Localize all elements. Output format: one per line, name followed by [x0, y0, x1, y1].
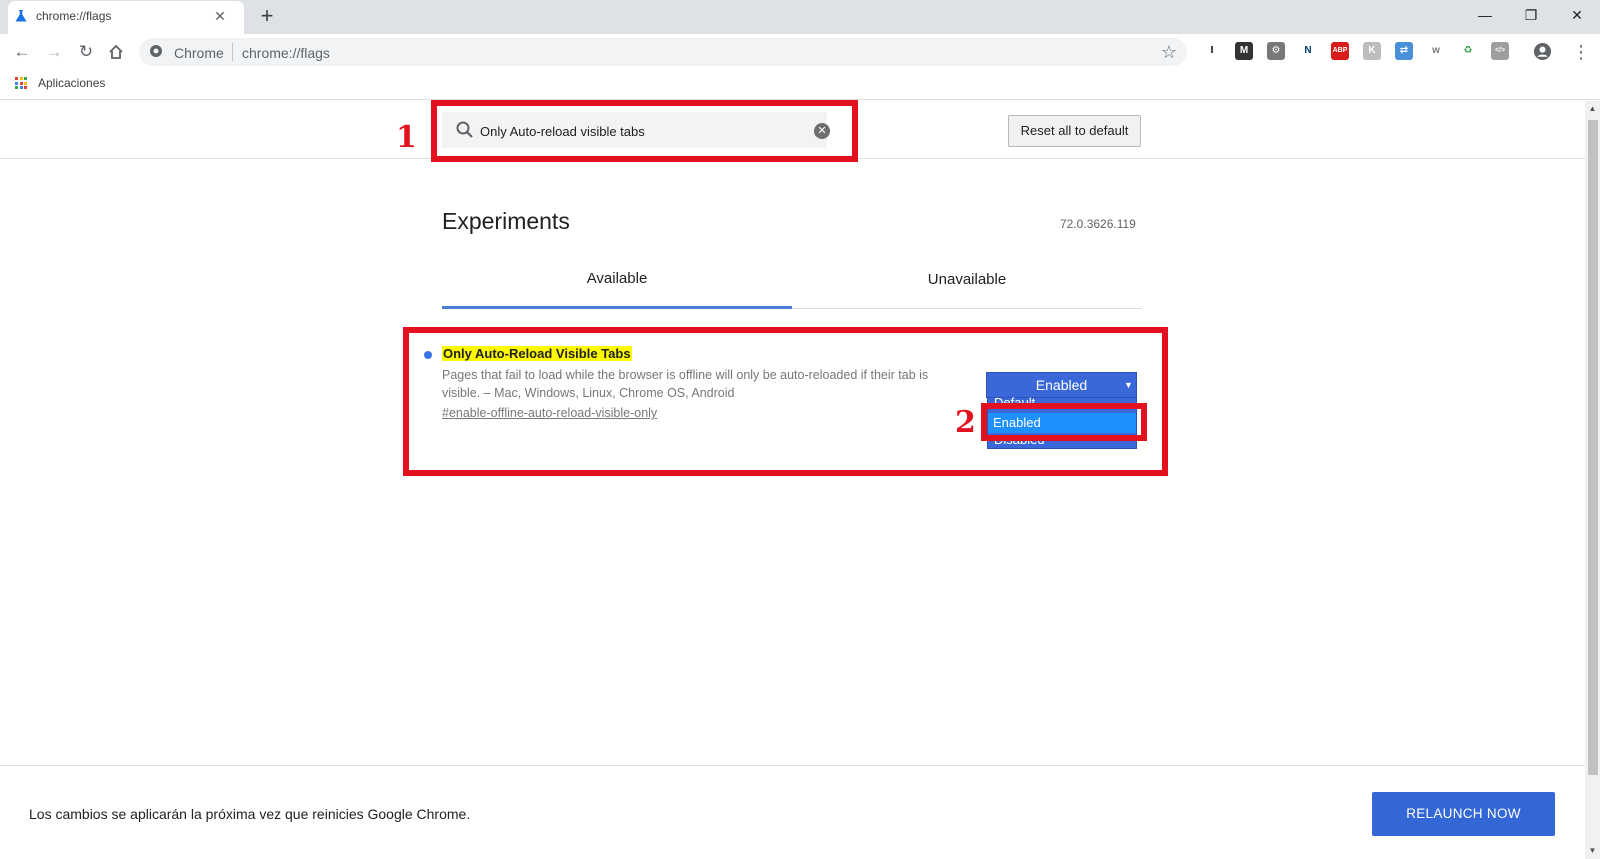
recycle-extension-icon[interactable]: ♻	[1459, 42, 1477, 60]
relaunch-message: Los cambios se aplicarán la próxima vez …	[29, 806, 471, 822]
tab-available[interactable]: Available	[442, 270, 792, 306]
w-extension-icon[interactable]: w	[1427, 42, 1445, 60]
reset-all-button[interactable]: Reset all to default	[1008, 115, 1141, 147]
active-tab-indicator	[442, 306, 792, 309]
reload-icon[interactable]: ↻	[73, 40, 99, 64]
profile-avatar-icon[interactable]	[1533, 42, 1552, 61]
n-extension-icon[interactable]: N	[1299, 42, 1317, 60]
new-tab-button[interactable]: +	[255, 4, 279, 28]
version-number: 72.0.3626.119	[1060, 217, 1136, 231]
url-text[interactable]: chrome://flags	[242, 45, 330, 61]
omnibox-divider	[232, 43, 233, 61]
back-arrow-icon[interactable]: ←	[9, 40, 35, 64]
scrollbar-thumb[interactable]	[1588, 120, 1598, 775]
bookmarks-bar	[0, 70, 1600, 100]
tab-close-icon[interactable]: ✕	[211, 7, 229, 25]
translate-extension-icon[interactable]: ⇄	[1395, 42, 1413, 60]
scroll-up-arrow-icon[interactable]: ▲	[1586, 102, 1599, 116]
adblock-plus-icon[interactable]: ABP	[1331, 42, 1349, 60]
chrome-secure-icon	[150, 45, 162, 57]
annotation-box-2	[981, 403, 1147, 441]
mega-icon[interactable]: M	[1235, 42, 1253, 60]
flask-icon	[15, 10, 27, 22]
annotation-number-1: 1	[396, 120, 417, 155]
close-window-button[interactable]: ✕	[1554, 0, 1600, 30]
instapaper-icon[interactable]: I	[1203, 42, 1221, 60]
annotation-box-experiment	[403, 327, 1168, 476]
annotation-number-2: 2	[955, 405, 976, 440]
restore-button[interactable]: ❐	[1508, 0, 1554, 30]
menu-kebab-icon[interactable]: ⋮	[1572, 40, 1590, 64]
tab-unavailable[interactable]: Unavailable	[792, 271, 1142, 307]
site-label: Chrome	[174, 45, 224, 61]
k-extension-icon[interactable]: K	[1363, 42, 1381, 60]
scroll-down-arrow-icon[interactable]: ▼	[1586, 844, 1599, 858]
minimize-button[interactable]: —	[1462, 0, 1508, 30]
home-icon[interactable]	[107, 43, 125, 61]
page-title: Experiments	[442, 208, 570, 234]
annotation-box-1	[431, 100, 858, 162]
cog-extension-icon[interactable]: ⚙	[1267, 42, 1285, 60]
code-extension-icon[interactable]: </>	[1491, 42, 1509, 60]
apps-grid-icon[interactable]	[15, 77, 27, 89]
forward-arrow-icon[interactable]: →	[41, 40, 67, 64]
bookmark-apps-label[interactable]: Aplicaciones	[38, 76, 105, 90]
bookmark-star-icon[interactable]: ☆	[1158, 41, 1180, 63]
relaunch-now-button[interactable]: RELAUNCH NOW	[1372, 792, 1555, 836]
tab-title: chrome://flags	[36, 9, 112, 23]
